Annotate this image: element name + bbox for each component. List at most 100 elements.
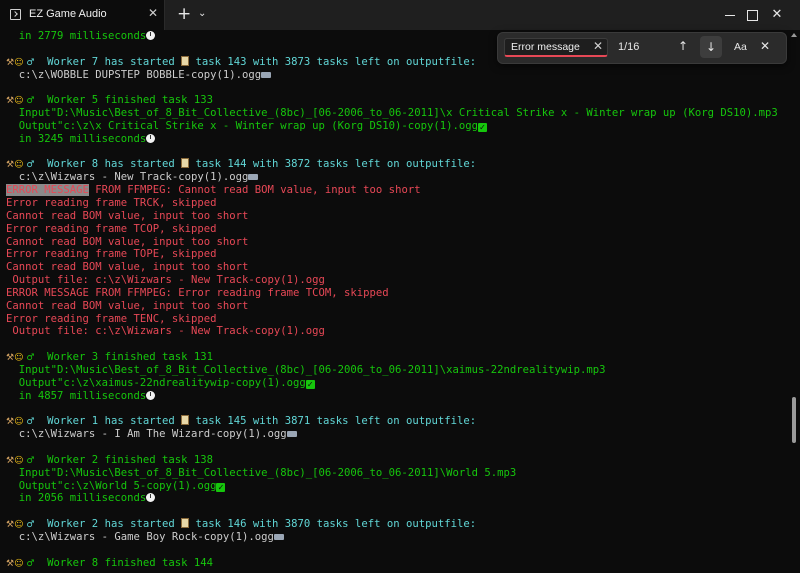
terminal-line: ERROR MESSAGE FROM FFMPEG: Error reading… (6, 287, 786, 300)
hammer-wrench-icon: ⚒ (6, 417, 15, 428)
stopwatch-icon (146, 31, 156, 40)
line-text: Error reading frame TCOP, skipped (6, 222, 217, 235)
terminal-line: Error reading frame TENC, skipped (6, 313, 786, 326)
tab-dropdown-button[interactable]: ⌄ (198, 8, 206, 19)
clear-search-icon[interactable]: ✕ (593, 39, 603, 53)
clipboard-icon (181, 158, 190, 169)
line-text: Worker 1 has started (34, 415, 182, 428)
clipboard-icon (181, 55, 190, 66)
tab-ez-game-audio[interactable]: EZ Game Audio ✕ (0, 0, 165, 30)
terminal-line: c:\z\Wizwars - New Track-copy(1).ogg (6, 171, 786, 184)
terminal-line: Error reading frame TOPE, skipped (6, 248, 786, 261)
previous-match-button[interactable]: ↑ (678, 39, 688, 53)
terminal-line: Output"c:\z\World 5-copy(1).ogg✓ (6, 480, 786, 493)
line-text: Output file: c:\z\Wizwars - New Track-co… (6, 325, 325, 338)
terminal-line: Input"D:\Music\Best_of_8_Bit_Collective_… (6, 107, 786, 120)
line-text: task 144 with 3872 tasks left on outputf… (189, 158, 477, 171)
hammer-wrench-icon: ⚒ (6, 353, 15, 364)
tab-title: EZ Game Audio (29, 8, 107, 20)
stopwatch-icon (146, 133, 156, 143)
new-tab-button[interactable]: + (177, 4, 191, 24)
line-text: in 3245 milliseconds (6, 132, 147, 145)
clipboard-icon (181, 518, 190, 529)
line-text: task 146 with 3870 tasks left on outputf… (189, 518, 477, 531)
hammer-wrench-icon: ⚒ (6, 160, 15, 171)
scrollbar[interactable] (789, 30, 800, 573)
line-text: Output file: c:\z\Wizwars - New Track-co… (6, 274, 325, 287)
terminal-line: Output file: c:\z\Wizwars - New Track-co… (6, 274, 786, 287)
stopwatch-icon (146, 493, 156, 503)
scroll-thumb[interactable] (792, 397, 796, 443)
terminal-line: ⚒☺ ♂ Worker 2 finished task 138 (6, 454, 786, 467)
terminal-line: ⚒☺ ♂ Worker 3 finished task 131 (6, 351, 786, 364)
terminal-line: in 3245 milliseconds (6, 133, 786, 146)
line-text: Cannot read BOM value, input too short (6, 235, 249, 248)
terminal-line: ERROR MESSAGE FROM FFMPEG: Cannot read B… (6, 184, 786, 197)
check-mark-icon: ✓ (305, 379, 315, 389)
line-text: c:\z\WOBBLE DUPSTEP BOBBLE-copy(1).ogg (6, 68, 262, 81)
next-match-button[interactable]: ↓ (700, 36, 722, 58)
terminal-line: ⚒☺ ♂ Worker 2 has started task 146 with … (6, 518, 786, 531)
terminal-line: Output file: c:\z\Wizwars - New Track-co… (6, 325, 786, 338)
hammer-wrench-icon: ⚒ (6, 57, 15, 68)
close-tab-icon[interactable]: ✕ (148, 6, 158, 20)
male-sign-icon: ♂ (23, 455, 35, 466)
terminal-output[interactable]: in 2779 milliseconds ⚒☺ ♂ Worker 7 has st… (6, 30, 786, 573)
terminal-line: Input"D:\Music\Best_of_8_Bit_Collective_… (6, 467, 786, 480)
terminal-icon (10, 9, 21, 20)
line-text: Error reading frame TENC, skipped (6, 312, 217, 325)
line-text: c:\z\Wizwars - I Am The Wizard-copy(1).o… (6, 428, 287, 441)
male-sign-icon: ♂ (23, 417, 35, 428)
hammer-wrench-icon: ⚒ (6, 455, 15, 466)
line-text: Worker 7 has started (34, 55, 182, 68)
line-text: Worker 2 has started (34, 518, 182, 531)
terminal-line: Cannot read BOM value, input too short (6, 236, 786, 249)
keyboard-icon (273, 533, 284, 540)
line-text: Cannot read BOM value, input too short (6, 209, 249, 222)
line-text: Worker 3 finished task 131 (34, 351, 213, 364)
terminal-line: Output"c:\z\x Critical Strike x - Winter… (6, 120, 786, 133)
line-text: task 145 with 3871 tasks left on outputf… (189, 415, 477, 428)
hammer-wrench-icon: ⚒ (6, 558, 15, 569)
line-text: Worker 8 has started (34, 158, 182, 171)
terminal-line: ⚒☺ ♂ Worker 5 finished task 133 (6, 94, 786, 107)
scroll-up-icon[interactable] (791, 33, 797, 37)
male-sign-icon: ♂ (23, 353, 35, 364)
terminal-line: Error reading frame TRCK, skipped (6, 197, 786, 210)
terminal-line: Cannot read BOM value, input too short (6, 210, 786, 223)
terminal-line: ⚒☺ ♂ Worker 8 finished task 144 (6, 557, 786, 570)
line-text: Output"c:\z\World 5-copy(1).ogg (6, 479, 217, 492)
keyboard-icon (286, 431, 297, 438)
terminal-line: c:\z\Wizwars - I Am The Wizard-copy(1).o… (6, 428, 786, 441)
find-panel: ✕ 1/16 ↑ ↓ Aa ✕ (497, 32, 787, 64)
line-text: task 143 with 3873 tasks left on outputf… (189, 55, 477, 68)
terminal-line: in 4857 milliseconds (6, 390, 786, 403)
terminal-line: Cannot read BOM value, input too short (6, 300, 786, 313)
line-text: in 2056 milliseconds (6, 492, 147, 505)
close-find-button[interactable]: ✕ (760, 39, 770, 53)
line-text: c:\z\Wizwars - Game Boy Rock-copy(1).ogg (6, 530, 274, 543)
line-text: Cannot read BOM value, input too short (6, 299, 249, 312)
terminal-line: Cannot read BOM value, input too short (6, 261, 786, 274)
terminal-line: Error reading frame TCOP, skipped (6, 223, 786, 236)
line-text: Input"D:\Music\Best_of_8_Bit_Collective_… (6, 466, 517, 479)
close-window-button[interactable]: ✕ (754, 0, 800, 30)
check-mark-icon: ✓ (216, 482, 226, 492)
line-text: in 4857 milliseconds (6, 389, 147, 402)
line-text: Output"c:\z\xaimus-22ndrealitywip-copy(1… (6, 376, 306, 389)
terminal-line: c:\z\WOBBLE DUPSTEP BOBBLE-copy(1).ogg (6, 69, 786, 82)
line-text: Worker 5 finished task 133 (34, 94, 213, 107)
search-match-highlight: ERROR MESSAGE (6, 184, 89, 197)
line-text: Input"D:\Music\Best_of_8_Bit_Collective_… (6, 363, 606, 376)
line-text: Error reading frame TRCK, skipped (6, 196, 217, 209)
male-sign-icon: ♂ (23, 57, 35, 68)
line-text: Output"c:\z\x Critical Strike x - Winter… (6, 119, 478, 132)
match-case-toggle[interactable]: Aa (734, 41, 747, 53)
male-sign-icon: ♂ (23, 96, 35, 107)
